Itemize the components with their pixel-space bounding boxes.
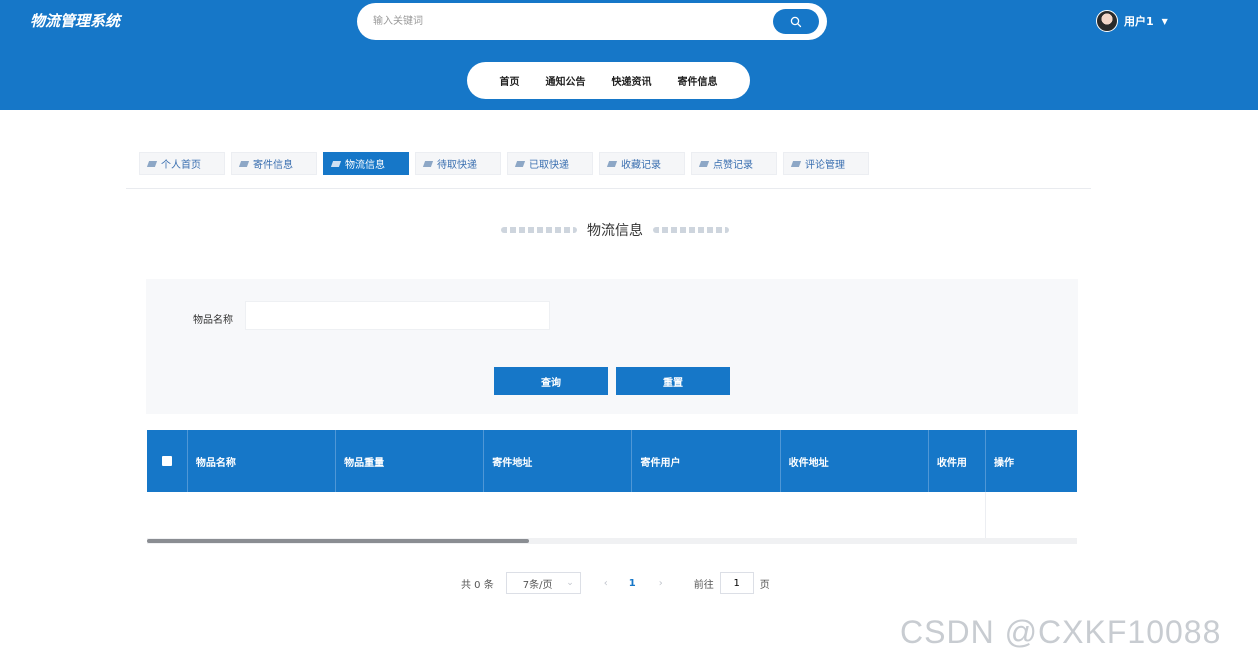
item-name-label: 物品名称 <box>193 315 233 326</box>
table-header: 物品名称 物品重量 寄件地址 寄件用户 收件地址 收件用 <box>147 430 1077 492</box>
tag-icon <box>698 160 710 167</box>
main-nav: 首页 通知公告 快递资讯 寄件信息 <box>467 62 750 99</box>
goto-page-input[interactable] <box>719 572 754 594</box>
tag-icon <box>146 160 158 167</box>
item-name-input[interactable] <box>245 301 550 330</box>
prev-page-icon[interactable]: ‹ <box>599 578 613 589</box>
user-name: 用户1 <box>1124 15 1154 28</box>
tag-icon <box>514 160 526 167</box>
col-item-weight[interactable]: 物品重量 <box>336 430 485 492</box>
chevron-down-icon: ⌄ <box>566 578 574 588</box>
logistics-table: 物品名称 物品重量 寄件地址 寄件用户 收件地址 收件用 操作 <box>147 430 1077 544</box>
col-receiver-address[interactable]: 收件地址 <box>781 430 929 492</box>
avatar <box>1096 10 1118 32</box>
logo[interactable]: 物流管理系统 <box>30 10 120 31</box>
scrollbar-thumb[interactable] <box>147 539 529 543</box>
user-menu[interactable]: 用户1 ▼ <box>1096 10 1168 32</box>
caret-down-icon: ▼ <box>1161 16 1168 26</box>
tag-icon <box>606 160 618 167</box>
select-all-cell <box>147 430 188 492</box>
watermark: CSDN @CXKF10088 <box>900 614 1222 650</box>
nav-shipping[interactable]: 寄件信息 <box>678 73 718 88</box>
tab-likes[interactable]: 点赞记录 <box>691 152 777 175</box>
col-sender-address[interactable]: 寄件地址 <box>484 430 633 492</box>
query-button[interactable]: 查询 <box>494 367 608 395</box>
tab-logistics-info[interactable]: 物流信息 <box>323 152 409 175</box>
col-operations: 操作 <box>985 430 1077 492</box>
reset-button[interactable]: 重置 <box>616 367 730 395</box>
page-number[interactable]: 1 <box>629 578 636 589</box>
search-button[interactable] <box>773 9 819 34</box>
center-tabs: 个人首页 寄件信息 物流信息 待取快递 已取快递 收藏记录 点赞记录 评论管理 <box>139 152 869 175</box>
fixed-column-divider <box>985 492 986 544</box>
next-page-icon[interactable]: › <box>654 578 668 589</box>
title-decoration-left <box>501 227 577 233</box>
search-bar <box>357 3 827 40</box>
filter-panel: 物品名称 查询 重置 <box>146 279 1078 414</box>
goto-label: 前往 <box>693 579 714 591</box>
page-size-select[interactable]: 7条/页 ⌄ <box>505 572 581 594</box>
search-icon <box>790 16 802 27</box>
nav-news[interactable]: 快递资讯 <box>612 73 652 88</box>
pagination: 共 0 条 7条/页 ⌄ ‹ 1 › 前往 页 <box>461 572 770 594</box>
page-title: 物流信息 <box>587 223 643 239</box>
col-sender-user[interactable]: 寄件用户 <box>632 430 781 492</box>
tab-pending-pickup[interactable]: 待取快递 <box>415 152 501 175</box>
tab-comments[interactable]: 评论管理 <box>783 152 869 175</box>
nav-home[interactable]: 首页 <box>500 73 520 88</box>
tab-favorites[interactable]: 收藏记录 <box>599 152 685 175</box>
tab-personal-home[interactable]: 个人首页 <box>139 152 225 175</box>
total-count: 共 0 条 <box>461 579 494 591</box>
col-item-name[interactable]: 物品名称 <box>188 430 337 492</box>
search-input[interactable] <box>357 3 767 40</box>
tab-shipping-info[interactable]: 寄件信息 <box>231 152 317 175</box>
title-decoration-right <box>653 227 729 233</box>
tab-picked-up[interactable]: 已取快递 <box>507 152 593 175</box>
nav-notice[interactable]: 通知公告 <box>546 73 586 88</box>
divider <box>126 188 1091 189</box>
tag-icon <box>330 160 342 167</box>
header: 物流管理系统 用户1 ▼ 首页 通知公告 快递资讯 寄件信息 <box>0 0 1258 110</box>
tag-icon <box>422 160 434 167</box>
select-all-checkbox[interactable] <box>161 456 172 466</box>
tag-icon <box>790 160 802 167</box>
tag-icon <box>238 160 250 167</box>
goto-suffix: 页 <box>759 579 770 591</box>
title-block: 物流信息 <box>470 220 760 240</box>
table-horizontal-scrollbar[interactable] <box>147 538 1077 544</box>
